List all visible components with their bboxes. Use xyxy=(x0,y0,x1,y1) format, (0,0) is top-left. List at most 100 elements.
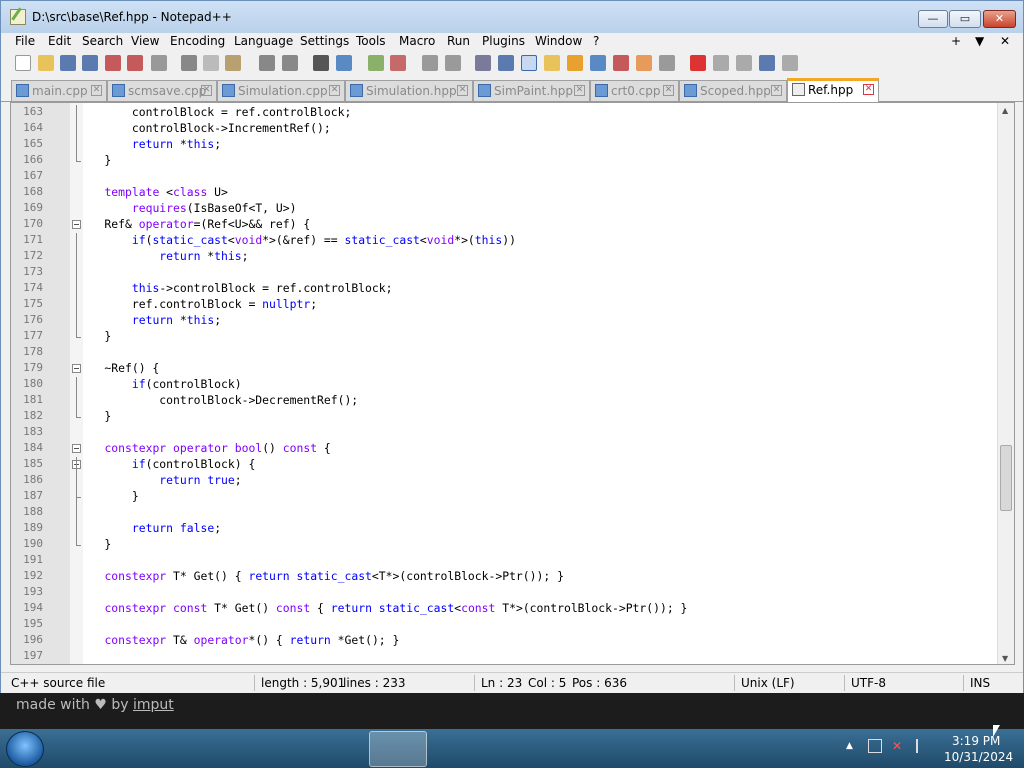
close-file-icon[interactable] xyxy=(105,55,121,71)
tab-close-icon[interactable]: ✕ xyxy=(457,85,468,96)
code-text[interactable]: ref.controlBlock = nullptr; xyxy=(77,297,317,311)
author-link[interactable]: imput xyxy=(133,697,174,713)
menu-search[interactable]: Search xyxy=(82,34,123,48)
start-button[interactable] xyxy=(6,731,44,767)
code-line[interactable]: 177 } xyxy=(11,329,1011,345)
print-icon[interactable] xyxy=(151,55,167,71)
code-line[interactable]: 168 template <class U> xyxy=(11,185,1011,201)
menu-settings[interactable]: Settings xyxy=(300,34,349,48)
code-line[interactable]: 190 } xyxy=(11,537,1011,553)
code-line[interactable]: 187 } xyxy=(11,489,1011,505)
menu-language[interactable]: Language xyxy=(234,34,293,48)
code-line[interactable]: 179 ~Ref() { xyxy=(11,361,1011,377)
task-file-explorer[interactable] xyxy=(184,731,242,767)
code-text[interactable]: ~Ref() { xyxy=(77,361,159,375)
menu-macro[interactable]: Macro xyxy=(399,34,435,48)
doc-list-icon[interactable] xyxy=(590,55,606,71)
run-macro-multiple-icon[interactable] xyxy=(759,55,775,71)
tab-main-cpp[interactable]: main.cpp ✕ xyxy=(11,80,107,101)
sync-horizontal-icon[interactable] xyxy=(445,55,461,71)
code-line[interactable]: 195 xyxy=(11,617,1011,633)
redo-icon[interactable] xyxy=(282,55,298,71)
save-macro-icon[interactable] xyxy=(782,55,798,71)
code-line[interactable]: 185 if(controlBlock) { xyxy=(11,457,1011,473)
code-text[interactable]: } xyxy=(77,537,111,551)
code-text[interactable]: return true; xyxy=(77,473,241,487)
undo-icon[interactable] xyxy=(259,55,275,71)
menu-window[interactable]: Window xyxy=(535,34,582,48)
tab-crt0-cpp[interactable]: crt0.cpp ✕ xyxy=(590,80,679,101)
fold-toggle-icon[interactable] xyxy=(72,444,81,453)
stop-macro-icon[interactable] xyxy=(713,55,729,71)
code-text[interactable]: constexpr operator bool() const { xyxy=(77,441,330,455)
code-text[interactable]: return *this; xyxy=(77,313,221,327)
menu-tools[interactable]: Tools xyxy=(356,34,386,48)
play-macro-icon[interactable] xyxy=(736,55,752,71)
code-line[interactable]: 194 constexpr const T* Get() const { ret… xyxy=(11,601,1011,617)
code-line[interactable]: 180 if(controlBlock) xyxy=(11,377,1011,393)
menu-help[interactable]: ? xyxy=(593,34,599,48)
tab-simulation-cpp[interactable]: Simulation.cpp ✕ xyxy=(217,80,345,101)
code-text[interactable]: Ref& operator=(Ref<U>&& ref) { xyxy=(77,217,310,231)
copy-icon[interactable] xyxy=(203,55,219,71)
code-line[interactable]: 182 } xyxy=(11,409,1011,425)
tab-scoped-hpp[interactable]: Scoped.hpp ✕ xyxy=(679,80,787,101)
code-line[interactable]: 165 return *this; xyxy=(11,137,1011,153)
code-line[interactable]: 176 return *this; xyxy=(11,313,1011,329)
show-hidden-icons-icon[interactable]: ▲ xyxy=(846,741,853,751)
menu-file[interactable]: File xyxy=(15,34,35,48)
code-text[interactable]: controlBlock->DecrementRef(); xyxy=(77,393,358,407)
task-notepadpp[interactable] xyxy=(369,731,427,767)
code-line[interactable]: 164 controlBlock->IncrementRef(); xyxy=(11,121,1011,137)
code-line[interactable]: 172 return *this; xyxy=(11,249,1011,265)
tab-close-icon[interactable]: ✕ xyxy=(201,85,212,96)
code-line[interactable]: 178 xyxy=(11,345,1011,361)
tab-close-icon[interactable]: ✕ xyxy=(329,85,340,96)
find-icon[interactable] xyxy=(313,55,329,71)
doc-map-icon[interactable] xyxy=(567,55,583,71)
volume-muted-icon[interactable]: ✕ xyxy=(892,739,902,753)
code-text[interactable]: return false; xyxy=(77,521,221,535)
menu-view[interactable]: View xyxy=(131,34,159,48)
new-tab-plus-icon[interactable]: + xyxy=(951,34,961,48)
new-file-icon[interactable] xyxy=(15,55,31,71)
title-bar[interactable]: D:\src\base\Ref.hpp - Notepad++ — ▭ ✕ xyxy=(1,1,1023,33)
code-text[interactable]: requires(IsBaseOf<T, U>) xyxy=(77,201,297,215)
task-media-player[interactable] xyxy=(245,731,303,767)
code-line[interactable]: 174 this->controlBlock = ref.controlBloc… xyxy=(11,281,1011,297)
paste-icon[interactable] xyxy=(225,55,241,71)
code-line[interactable]: 181 controlBlock->DecrementRef(); xyxy=(11,393,1011,409)
zoom-out-icon[interactable] xyxy=(390,55,406,71)
code-line[interactable]: 184 constexpr operator bool() const { xyxy=(11,441,1011,457)
zoom-in-icon[interactable] xyxy=(368,55,384,71)
fold-toggle-icon[interactable] xyxy=(72,220,81,229)
indent-guide-icon[interactable] xyxy=(521,55,537,71)
tab-simulation-hpp[interactable]: Simulation.hpp ✕ xyxy=(345,80,473,101)
menu-run[interactable]: Run xyxy=(447,34,470,48)
menu-plugins[interactable]: Plugins xyxy=(482,34,525,48)
code-line[interactable]: 191 xyxy=(11,553,1011,569)
close-button[interactable]: ✕ xyxy=(983,10,1016,28)
fold-toggle-icon[interactable] xyxy=(72,364,81,373)
folder-workspace-icon[interactable] xyxy=(636,55,652,71)
tab-close-icon[interactable]: ✕ xyxy=(574,85,585,96)
code-text[interactable]: controlBlock = ref.controlBlock; xyxy=(77,105,351,119)
code-line[interactable]: 170 Ref& operator=(Ref<U>&& ref) { xyxy=(11,217,1011,233)
code-line[interactable]: 186 return true; xyxy=(11,473,1011,489)
code-editor[interactable]: ▲ ▼ 163 controlBlock = ref.controlBlock;… xyxy=(10,102,1015,665)
code-line[interactable]: 166 } xyxy=(11,153,1011,169)
code-line[interactable]: 189 return false; xyxy=(11,521,1011,537)
code-text[interactable]: if(controlBlock) xyxy=(77,377,242,391)
code-text[interactable]: constexpr const T* Get() const { return … xyxy=(77,601,687,615)
code-text[interactable]: return *this; xyxy=(77,249,248,263)
code-line[interactable]: 188 xyxy=(11,505,1011,521)
code-text[interactable]: controlBlock->IncrementRef(); xyxy=(77,121,331,135)
code-line[interactable]: 193 xyxy=(11,585,1011,601)
code-line[interactable]: 173 xyxy=(11,265,1011,281)
tab-list-dropdown-icon[interactable]: ▼ xyxy=(975,34,984,48)
code-text[interactable]: } xyxy=(77,153,111,167)
save-all-icon[interactable] xyxy=(82,55,98,71)
code-line[interactable]: 163 controlBlock = ref.controlBlock; xyxy=(11,105,1011,121)
menu-edit[interactable]: Edit xyxy=(48,34,71,48)
code-text[interactable]: } xyxy=(77,489,139,503)
